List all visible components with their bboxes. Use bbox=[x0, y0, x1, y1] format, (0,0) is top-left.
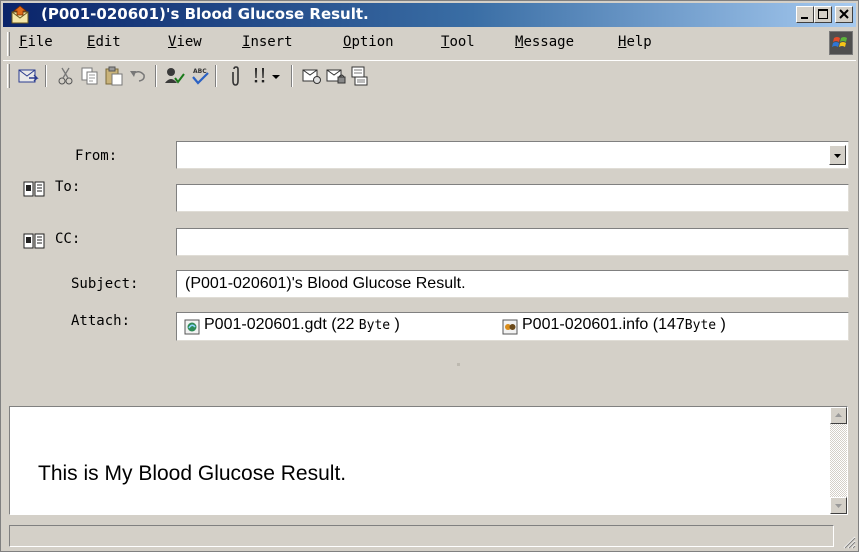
vertical-scrollbar[interactable] bbox=[830, 407, 847, 514]
minimize-icon bbox=[801, 17, 808, 19]
send-icon[interactable] bbox=[17, 65, 39, 87]
attachment-size-open: (22 bbox=[326, 316, 359, 333]
toolbar-grip[interactable] bbox=[7, 64, 10, 88]
title-bar[interactable]: (P001-020601)'s Blood Glucose Result. bbox=[3, 3, 856, 27]
window-title: (P001-020601)'s Blood Glucose Result. bbox=[41, 5, 369, 23]
copy-icon[interactable] bbox=[79, 65, 101, 87]
menu-view[interactable]: View bbox=[168, 34, 202, 50]
message-body[interactable]: This is My Blood Glucose Result. bbox=[9, 406, 848, 515]
attachment-size-close: ) bbox=[716, 316, 726, 333]
address-book-icon[interactable] bbox=[23, 181, 45, 197]
subject-field[interactable]: (P001-020601)'s Blood Glucose Result. bbox=[176, 270, 849, 298]
attachment-item[interactable]: P001-020601.gdt (22 Byte ) bbox=[184, 316, 494, 338]
check-names-icon[interactable] bbox=[163, 65, 185, 87]
scroll-up-button[interactable] bbox=[830, 407, 847, 424]
menu-option[interactable]: Option bbox=[343, 34, 394, 50]
maximize-icon bbox=[818, 9, 828, 19]
close-button[interactable] bbox=[835, 6, 853, 23]
toolbar-separator bbox=[45, 65, 47, 87]
menu-message[interactable]: Message bbox=[515, 34, 574, 50]
attachment-size-unit: Byte bbox=[358, 318, 391, 333]
menu-edit[interactable]: Edit bbox=[87, 34, 121, 50]
resize-grip-icon[interactable] bbox=[840, 533, 856, 549]
offline-icon[interactable] bbox=[349, 65, 371, 87]
toolbar: ABC bbox=[3, 60, 856, 91]
subject-label: Subject: bbox=[71, 276, 139, 292]
minimize-button[interactable] bbox=[796, 6, 814, 23]
attachment-name: P001-020601.info bbox=[522, 316, 649, 333]
priority-icon[interactable] bbox=[249, 65, 271, 87]
subject-value: (P001-020601)'s Blood Glucose Result. bbox=[185, 275, 466, 292]
menu-insert[interactable]: Insert bbox=[242, 34, 293, 50]
undo-icon[interactable] bbox=[127, 65, 149, 87]
info-file-icon bbox=[502, 319, 518, 335]
cc-label: CC: bbox=[55, 231, 81, 247]
attachment-size-unit: Byte bbox=[684, 318, 717, 333]
to-label: To: bbox=[55, 179, 81, 195]
menu-file[interactable]: File bbox=[19, 34, 53, 50]
body-text: This is My Blood Glucose Result. bbox=[38, 462, 347, 485]
attachment-size-close: ) bbox=[390, 316, 400, 333]
maximize-button[interactable] bbox=[814, 6, 832, 23]
from-field[interactable] bbox=[176, 141, 849, 169]
scroll-up-icon bbox=[835, 413, 842, 417]
status-bar bbox=[5, 525, 856, 549]
attach-icon[interactable] bbox=[225, 65, 247, 87]
cut-icon[interactable] bbox=[55, 65, 77, 87]
to-field[interactable] bbox=[176, 184, 849, 212]
from-label: From: bbox=[75, 148, 118, 164]
attachment-size-open: (147 bbox=[648, 316, 685, 333]
address-book-icon[interactable] bbox=[23, 233, 45, 249]
menu-tool[interactable]: Tool bbox=[441, 34, 475, 50]
attach-field[interactable]: P001-020601.gdt (22 Byte ) P001-020601.i… bbox=[176, 312, 849, 341]
splitter-handle[interactable] bbox=[457, 363, 460, 366]
compose-message-icon bbox=[11, 5, 29, 24]
toolbar-separator bbox=[291, 65, 293, 87]
svg-text:ABC: ABC bbox=[193, 68, 207, 75]
scroll-down-icon bbox=[835, 504, 842, 508]
menu-help[interactable]: Help bbox=[618, 34, 652, 50]
attachment-item[interactable]: P001-020601.info (147Byte ) bbox=[502, 316, 842, 338]
close-icon bbox=[839, 9, 849, 19]
attach-label: Attach: bbox=[71, 313, 131, 329]
from-dropdown-button[interactable] bbox=[829, 145, 846, 165]
windows-logo-icon bbox=[829, 31, 853, 55]
paste-icon[interactable] bbox=[103, 65, 125, 87]
cc-field[interactable] bbox=[176, 228, 849, 256]
spelling-icon[interactable]: ABC bbox=[189, 65, 211, 87]
toolbar-separator bbox=[215, 65, 217, 87]
menu-bar: File Edit View Insert Option Tool Messag… bbox=[3, 30, 856, 58]
message-header: From: To: CC: Subject: (P001-020601)'s B… bbox=[3, 93, 856, 393]
chevron-down-icon bbox=[834, 154, 841, 158]
toolbar-separator bbox=[155, 65, 157, 87]
compose-window: (P001-020601)'s Blood Glucose Result. Fi… bbox=[0, 0, 859, 552]
status-pane bbox=[9, 525, 834, 547]
scroll-down-button[interactable] bbox=[830, 497, 847, 514]
dropdown-arrow-icon[interactable] bbox=[269, 65, 283, 87]
gdt-file-icon bbox=[184, 319, 200, 335]
menu-grip[interactable] bbox=[7, 32, 10, 56]
encrypt-icon[interactable] bbox=[325, 65, 347, 87]
sign-icon[interactable] bbox=[301, 65, 323, 87]
attachment-name: P001-020601.gdt bbox=[204, 316, 327, 333]
